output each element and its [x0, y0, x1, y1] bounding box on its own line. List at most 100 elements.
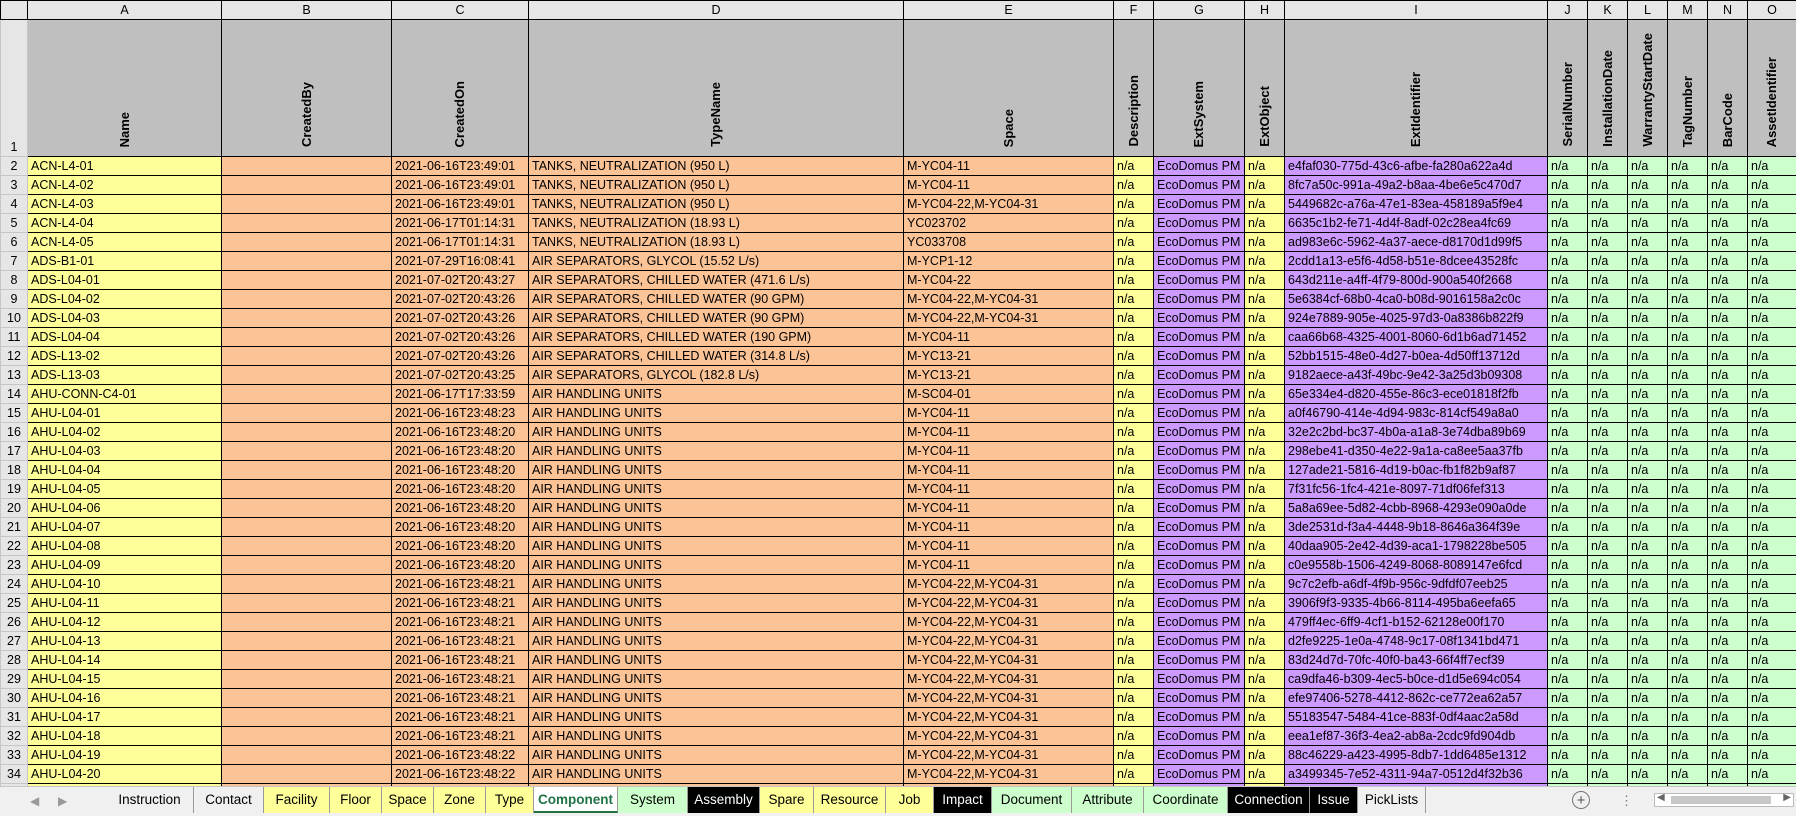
created-on-cell[interactable]: 2021-06-16T23:48:20 [391, 498, 529, 518]
asset-identifier-cell[interactable]: n/a [1747, 289, 1796, 309]
tab-floor[interactable]: Floor [330, 787, 382, 813]
bar-code-cell[interactable]: n/a [1707, 574, 1748, 594]
serial-number-cell[interactable]: n/a [1547, 555, 1588, 575]
column-letter-i[interactable]: I [1284, 0, 1548, 20]
tag-number-cell[interactable]: n/a [1667, 232, 1708, 252]
description-cell[interactable]: n/a [1113, 251, 1154, 271]
ext-object-cell[interactable]: n/a [1244, 479, 1285, 499]
bar-code-cell[interactable]: n/a [1707, 213, 1748, 233]
ext-object-cell[interactable]: n/a [1244, 327, 1285, 347]
name-cell[interactable]: AHU-L04-20 [27, 764, 222, 784]
warranty-start-date-cell[interactable]: n/a [1627, 574, 1668, 594]
type-name-cell[interactable]: AIR HANDLING UNITS [528, 650, 904, 670]
ext-identifier-cell[interactable]: 9c7c2efb-a6df-4f9b-956c-9dfdf07eeb25 [1284, 574, 1548, 594]
created-by-cell[interactable] [221, 441, 392, 461]
serial-number-cell[interactable]: n/a [1547, 251, 1588, 271]
name-cell[interactable]: AHU-L04-03 [27, 441, 222, 461]
created-by-cell[interactable] [221, 213, 392, 233]
ext-identifier-cell[interactable]: 5a8a69ee-5d82-4cbb-8968-4293e090a0de [1284, 498, 1548, 518]
created-on-cell[interactable]: 2021-06-16T23:48:21 [391, 631, 529, 651]
description-cell[interactable]: n/a [1113, 650, 1154, 670]
asset-identifier-cell[interactable]: n/a [1747, 422, 1796, 442]
space-cell[interactable]: M-YC04-22,M-YC04-31 [903, 194, 1114, 214]
row-number[interactable]: 21 [0, 517, 28, 537]
ext-system-cell[interactable]: EcoDomus PM [1153, 555, 1245, 575]
description-cell[interactable]: n/a [1113, 517, 1154, 537]
header-cell[interactable]: WarrantyStartDate [1627, 19, 1668, 157]
description-cell[interactable]: n/a [1113, 688, 1154, 708]
ext-identifier-cell[interactable]: 83d24d7d-70fc-40f0-ba43-66f4ff7ecf39 [1284, 650, 1548, 670]
warranty-start-date-cell[interactable]: n/a [1627, 308, 1668, 328]
ext-object-cell[interactable]: n/a [1244, 650, 1285, 670]
created-on-cell[interactable]: 2021-07-02T20:43:26 [391, 346, 529, 366]
header-cell[interactable]: SerialNumber [1547, 19, 1588, 157]
serial-number-cell[interactable]: n/a [1547, 745, 1588, 765]
description-cell[interactable]: n/a [1113, 365, 1154, 385]
serial-number-cell[interactable]: n/a [1547, 593, 1588, 613]
space-cell[interactable]: M-YC04-11 [903, 536, 1114, 556]
warranty-start-date-cell[interactable]: n/a [1627, 327, 1668, 347]
installation-date-cell[interactable]: n/a [1587, 479, 1628, 499]
tab-picklists[interactable]: PickLists [1358, 787, 1426, 813]
bar-code-cell[interactable]: n/a [1707, 308, 1748, 328]
warranty-start-date-cell[interactable]: n/a [1627, 536, 1668, 556]
created-on-cell[interactable]: 2021-06-16T23:48:21 [391, 726, 529, 746]
type-name-cell[interactable]: AIR HANDLING UNITS [528, 688, 904, 708]
header-cell[interactable]: ExtObject [1244, 19, 1285, 157]
type-name-cell[interactable]: AIR HANDLING UNITS [528, 517, 904, 537]
ext-object-cell[interactable]: n/a [1244, 726, 1285, 746]
tag-number-cell[interactable]: n/a [1667, 536, 1708, 556]
tag-number-cell[interactable]: n/a [1667, 384, 1708, 404]
tab-connection[interactable]: Connection [1228, 787, 1310, 813]
type-name-cell[interactable]: AIR SEPARATORS, CHILLED WATER (90 GPM) [528, 289, 904, 309]
tab-facility[interactable]: Facility [264, 787, 330, 813]
description-cell[interactable]: n/a [1113, 593, 1154, 613]
created-by-cell[interactable] [221, 574, 392, 594]
asset-identifier-cell[interactable]: n/a [1747, 232, 1796, 252]
created-on-cell[interactable]: 2021-06-16T23:48:21 [391, 574, 529, 594]
name-cell[interactable]: ADS-L13-02 [27, 346, 222, 366]
warranty-start-date-cell[interactable]: n/a [1627, 403, 1668, 423]
scroll-right-icon[interactable]: ▶ [1783, 792, 1791, 803]
name-cell[interactable]: AHU-L04-19 [27, 745, 222, 765]
ext-identifier-cell[interactable]: 5e6384cf-68b0-4ca0-b08d-9016158a2c0c [1284, 289, 1548, 309]
description-cell[interactable]: n/a [1113, 156, 1154, 176]
serial-number-cell[interactable]: n/a [1547, 308, 1588, 328]
ext-system-cell[interactable]: EcoDomus PM [1153, 764, 1245, 784]
asset-identifier-cell[interactable]: n/a [1747, 403, 1796, 423]
description-cell[interactable]: n/a [1113, 308, 1154, 328]
name-cell[interactable]: AHU-L04-18 [27, 726, 222, 746]
description-cell[interactable]: n/a [1113, 555, 1154, 575]
space-cell[interactable]: M-YC04-11 [903, 327, 1114, 347]
bar-code-cell[interactable]: n/a [1707, 745, 1748, 765]
type-name-cell[interactable]: AIR HANDLING UNITS [528, 745, 904, 765]
row-number[interactable]: 5 [0, 213, 28, 233]
row-number[interactable]: 25 [0, 593, 28, 613]
tag-number-cell[interactable]: n/a [1667, 517, 1708, 537]
ext-system-cell[interactable]: EcoDomus PM [1153, 650, 1245, 670]
name-cell[interactable]: AHU-L04-07 [27, 517, 222, 537]
tag-number-cell[interactable]: n/a [1667, 403, 1708, 423]
serial-number-cell[interactable]: n/a [1547, 688, 1588, 708]
ext-identifier-cell[interactable]: 40daa905-2e42-4d39-aca1-1798228be505 [1284, 536, 1548, 556]
warranty-start-date-cell[interactable]: n/a [1627, 517, 1668, 537]
serial-number-cell[interactable]: n/a [1547, 726, 1588, 746]
row-number[interactable]: 20 [0, 498, 28, 518]
serial-number-cell[interactable]: n/a [1547, 764, 1588, 784]
warranty-start-date-cell[interactable]: n/a [1627, 707, 1668, 727]
ext-object-cell[interactable]: n/a [1244, 403, 1285, 423]
header-cell[interactable]: InstallationDate [1587, 19, 1628, 157]
header-cell[interactable]: ExtIdentifier [1284, 19, 1548, 157]
asset-identifier-cell[interactable]: n/a [1747, 669, 1796, 689]
ext-system-cell[interactable]: EcoDomus PM [1153, 308, 1245, 328]
asset-identifier-cell[interactable]: n/a [1747, 726, 1796, 746]
serial-number-cell[interactable]: n/a [1547, 365, 1588, 385]
created-on-cell[interactable]: 2021-06-16T23:49:01 [391, 156, 529, 176]
space-cell[interactable]: M-YC04-22,M-YC04-31 [903, 631, 1114, 651]
serial-number-cell[interactable]: n/a [1547, 498, 1588, 518]
name-cell[interactable]: AHU-L04-08 [27, 536, 222, 556]
name-cell[interactable]: ACN-L4-03 [27, 194, 222, 214]
tag-number-cell[interactable]: n/a [1667, 327, 1708, 347]
bar-code-cell[interactable]: n/a [1707, 593, 1748, 613]
tab-issue[interactable]: Issue [1310, 787, 1358, 813]
